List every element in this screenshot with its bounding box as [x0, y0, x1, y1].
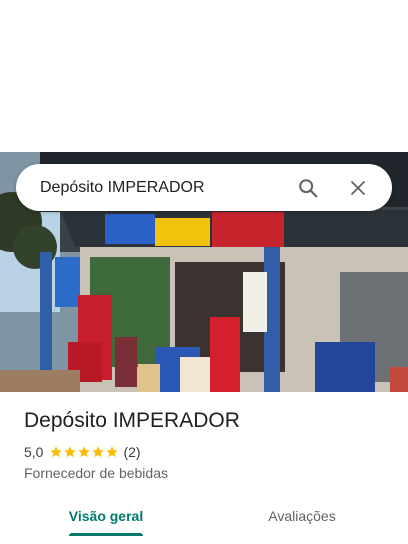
star-icon [50, 446, 63, 458]
review-count[interactable]: (2) [123, 444, 140, 460]
rating-stars [49, 445, 119, 459]
tab-overview[interactable]: Visão geral [50, 496, 162, 536]
star-icon [106, 446, 119, 458]
star-icon [78, 446, 91, 458]
search-bar[interactable]: Depósito IMPERADOR [16, 164, 392, 211]
search-input[interactable]: Depósito IMPERADOR [40, 179, 290, 197]
star-icon [64, 446, 77, 458]
place-category: Fornecedor de bebidas [24, 465, 168, 481]
active-tab-indicator [69, 533, 143, 536]
tab-bar: Visão geral Avaliações [0, 496, 408, 536]
rating-row[interactable]: 5,0 (2) [24, 444, 141, 460]
close-icon[interactable] [340, 170, 376, 206]
search-icon[interactable] [290, 170, 326, 206]
star-icon [92, 446, 105, 458]
tab-reviews[interactable]: Avaliações [246, 496, 358, 536]
rating-value: 5,0 [24, 444, 44, 460]
place-title: Depósito IMPERADOR [24, 409, 240, 432]
